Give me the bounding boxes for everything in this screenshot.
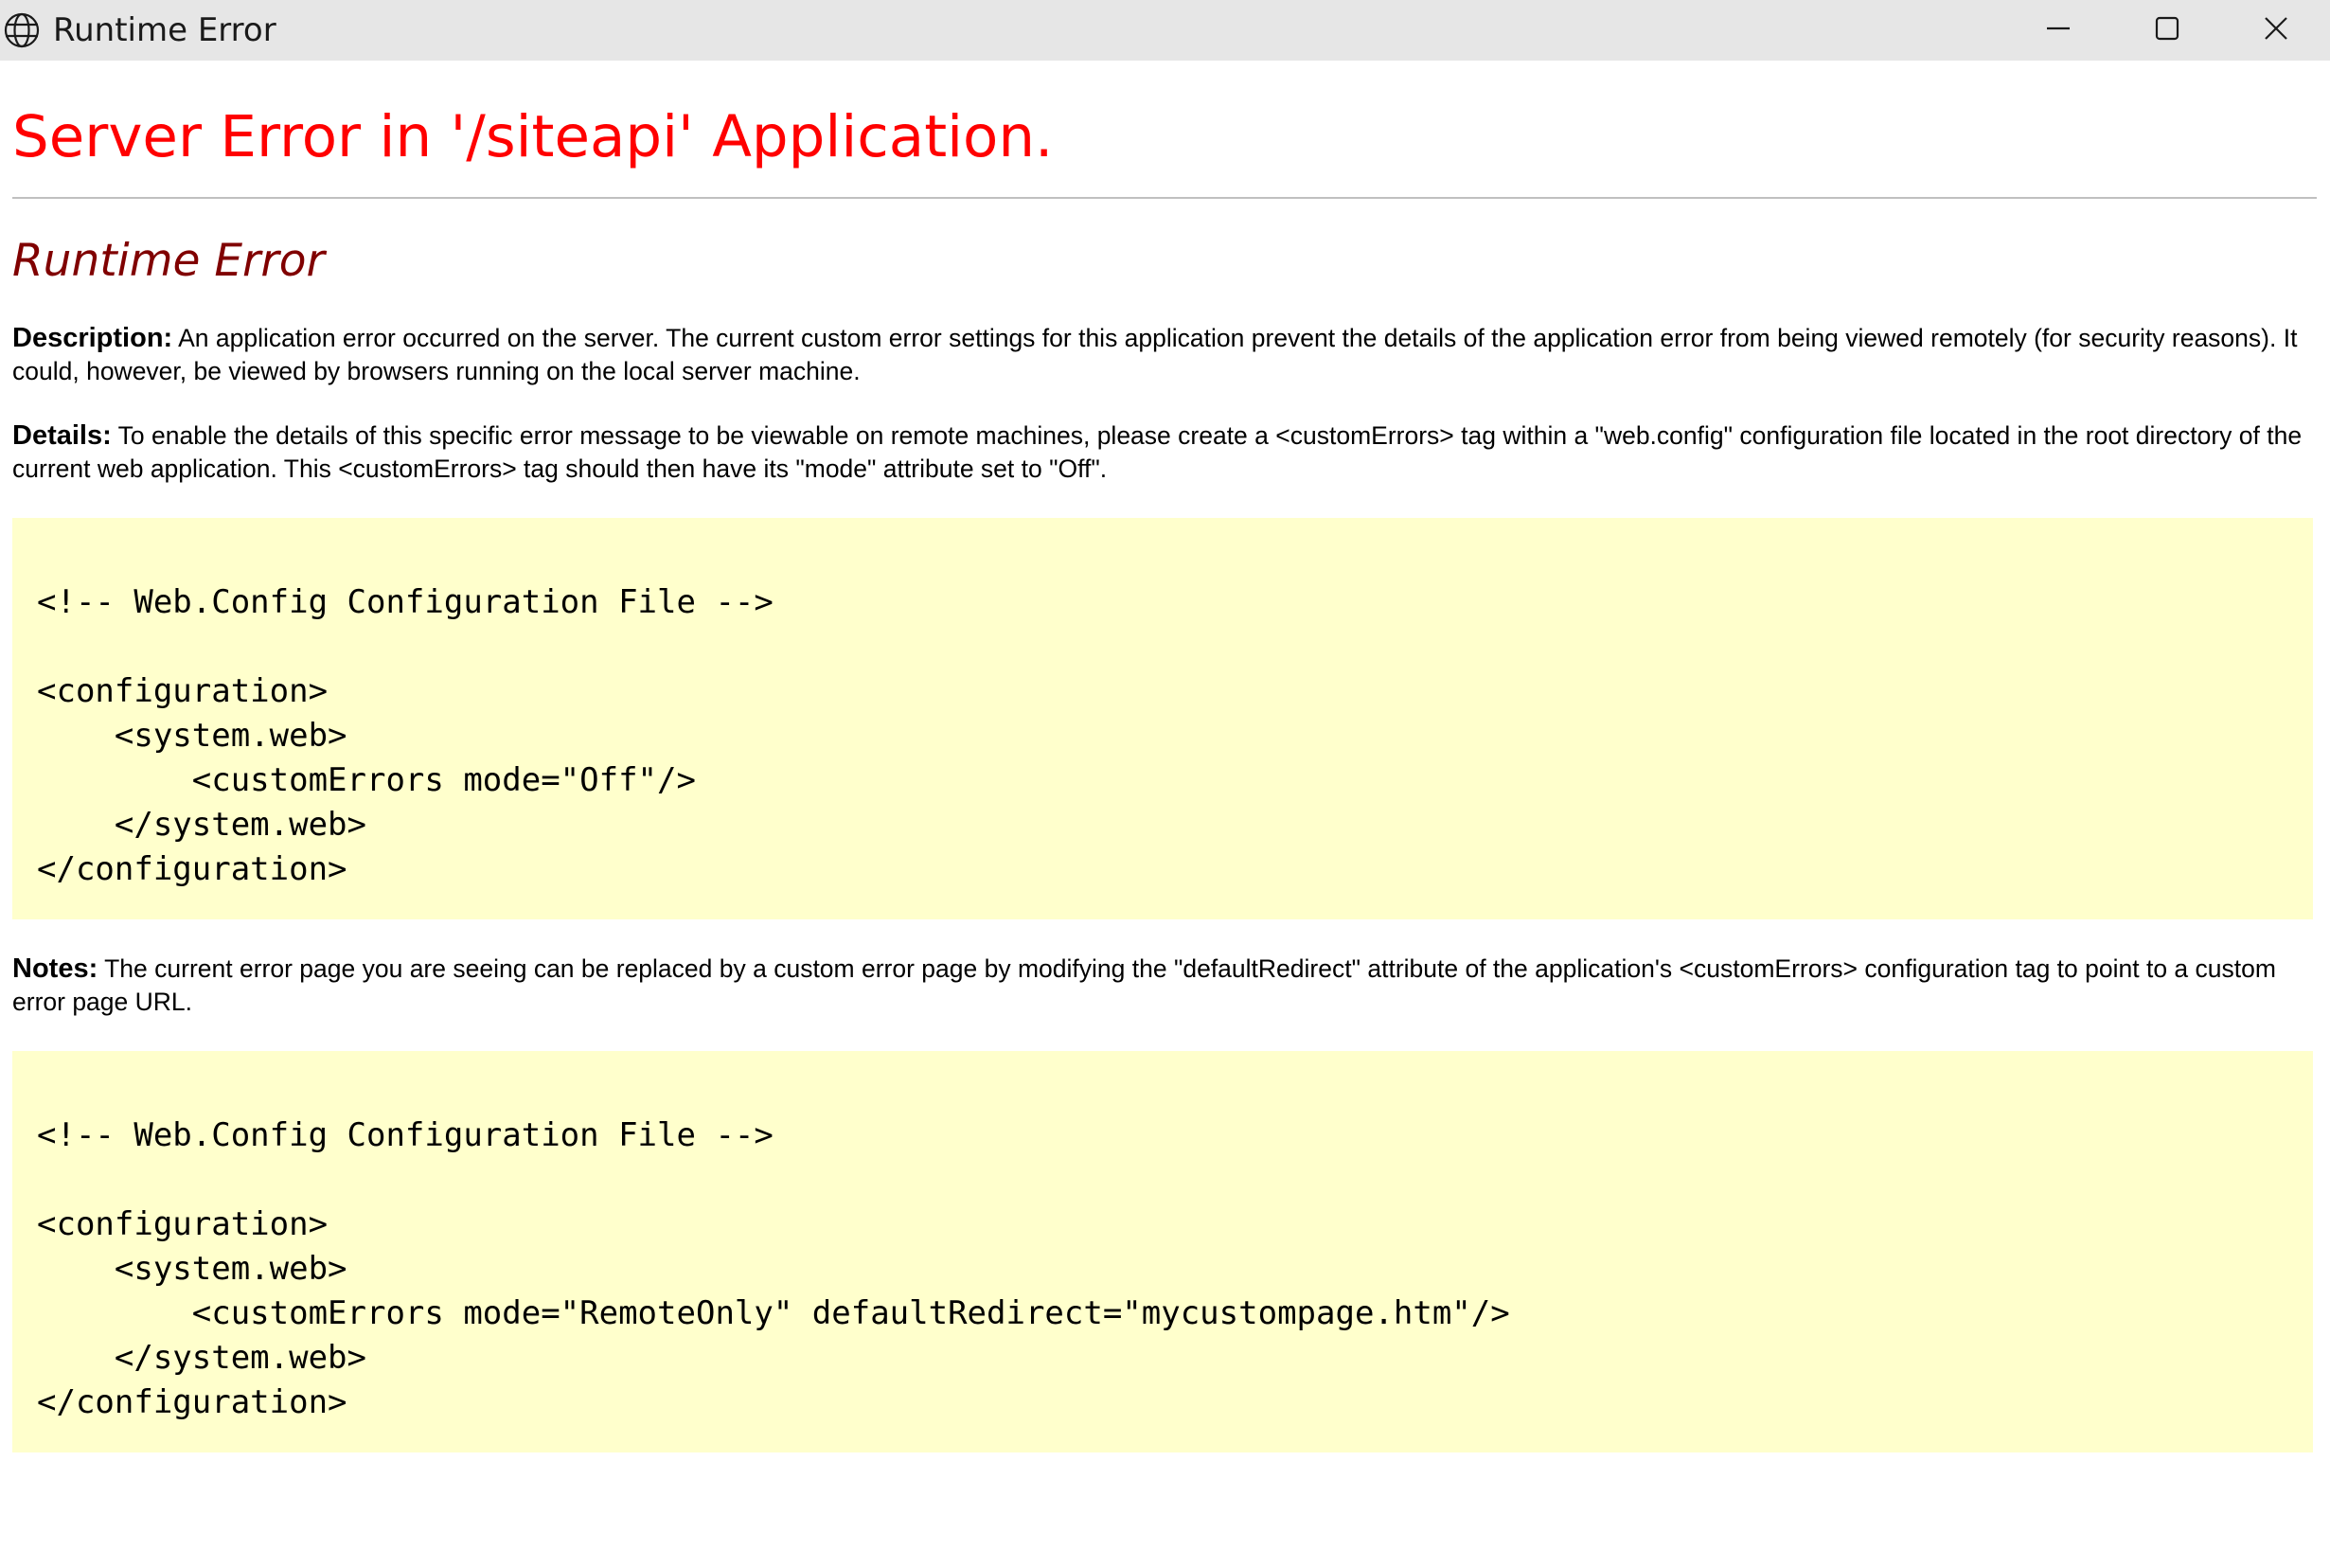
code-line: </system.web> [37,805,366,844]
error-subtitle: Runtime Error [12,235,325,288]
window-title: Runtime Error [53,11,276,49]
page-title: Server Error in '/siteapi' Application. [12,103,1054,170]
code-line: </system.web> [37,1338,366,1377]
close-button[interactable] [2221,0,2330,61]
window-controls [2003,0,2330,61]
code-line: </configuration> [37,1382,347,1421]
notes-label: Notes: [12,953,98,984]
code-line: <configuration> [37,671,329,710]
error-page-content: Server Error in '/siteapi' Application. … [12,61,2317,1452]
description-label: Description: [12,322,173,353]
code-line: <!-- Web.Config Configuration File --> [37,1115,774,1154]
code-line: <customErrors mode="RemoteOnly" defaultR… [37,1293,1510,1332]
close-icon [2263,15,2289,46]
code-line: <system.web> [37,1249,347,1288]
details-label: Details: [12,419,112,451]
description-text: An application error occurred on the ser… [12,323,2298,385]
code-line: <configuration> [37,1204,329,1243]
maximize-button[interactable] [2112,0,2221,61]
minimize-icon [2045,15,2072,46]
globe-icon [2,10,42,50]
details-paragraph: Details: To enable the details of this s… [12,419,2315,486]
notes-paragraph: Notes: The current error page you are se… [12,953,2315,1019]
code-line: </configuration> [37,849,347,888]
notes-text: The current error page you are seeing ca… [12,953,2276,1016]
config-code-block-remoteonly: <!-- Web.Config Configuration File --> <c… [12,1050,2313,1452]
description-paragraph: Description: An application error occurr… [12,322,2315,388]
code-line: <system.web> [37,716,347,755]
code-line: <!-- Web.Config Configuration File --> [37,582,774,621]
config-code-block-off: <!-- Web.Config Configuration File --> <c… [12,517,2313,919]
title-divider [12,197,2317,200]
details-text: To enable the details of this specific e… [12,420,2303,483]
maximize-icon [2154,15,2180,46]
window-titlebar[interactable]: Runtime Error [0,0,2330,61]
minimize-button[interactable] [2003,0,2112,61]
code-line: <customErrors mode="Off"/> [37,760,696,799]
